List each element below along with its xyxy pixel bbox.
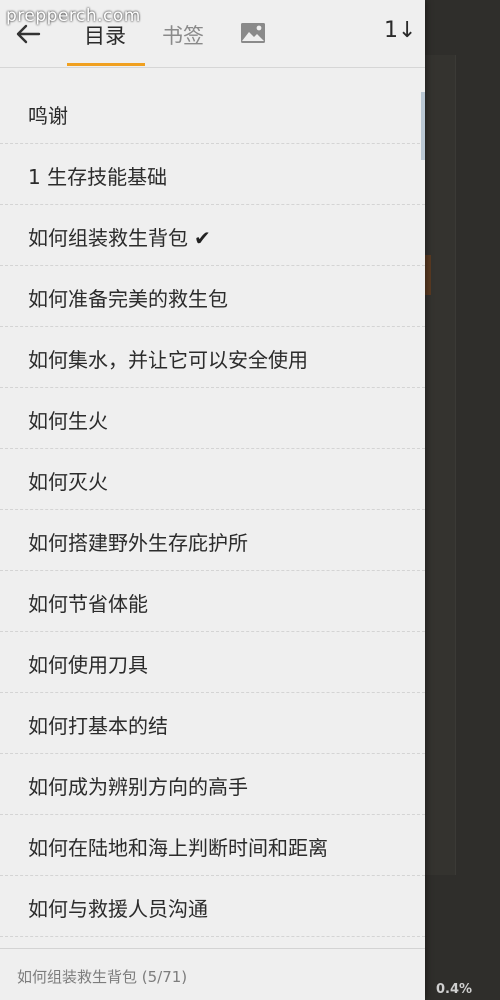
sort-order-button[interactable]: 1↓ [384,18,416,48]
toc-item[interactable]: 如何灭火 [0,449,425,510]
toc-item-label: 1 生存技能基础 [28,165,168,189]
toc-item-label: 如何集水，并让它可以安全使用 [28,348,308,372]
toc-item[interactable]: 如何打基本的结 [0,693,425,754]
toc-item-label: 如何在陆地和海上判断时间和距离 [28,836,328,860]
watermark: prepperch.com [6,6,141,26]
toc-item[interactable]: 如何节省体能 [0,571,425,632]
toc-item-label: 如何搭建野外生存庇护所 [28,531,248,555]
toc-item-label: 如何成为辨别方向的高手 [28,775,248,799]
toc-item[interactable]: 1 生存技能基础 [0,144,425,205]
toc-item-label: 如何打基本的结 [28,714,168,738]
reader-page-edge [425,55,456,875]
toc-item[interactable]: 如何成为辨别方向的高手 [0,754,425,815]
toc-item-label: 如何使用刀具 [28,653,148,677]
reading-progress: 0.4% [436,982,473,997]
active-tab-indicator [67,63,145,66]
toc-item[interactable]: 如何准备完美的救生包 [0,266,425,327]
toc-item-label: 如何节省体能 [28,592,148,616]
toc-item-label: 鸣谢 [28,104,68,128]
toc-item-label: 如何组装救生背包 ✔ [28,222,211,251]
toc-item-label: 如何生火 [28,409,108,433]
toc-item-text: 如何组装救生背包 [28,226,188,250]
current-chapter-status: 如何组装救生背包 (5/71) [17,968,188,986]
toc-item[interactable]: 如何搭建野外生存庇护所 [0,510,425,571]
tab-images[interactable] [240,22,266,44]
toc-item[interactable]: 如何在陆地和海上判断时间和距离 [0,815,425,876]
reader-highlight [425,255,431,295]
tab-bookmarks[interactable]: 书签 [162,20,204,50]
toc-list: 鸣谢 1 生存技能基础 如何组装救生背包 ✔ 如何准备完美的救生包 如何集水，并让它可以安… [0,83,425,937]
toc-item-label: 如何灭火 [28,470,108,494]
arrow-left-icon [16,24,41,44]
toc-item[interactable]: 鸣谢 [0,83,425,144]
toc-item-label: 如何准备完美的救生包 [28,287,228,311]
image-icon [241,23,265,43]
toc-item[interactable]: 如何组装救生背包 ✔ [0,205,425,266]
drawer-footer: 如何组装救生背包 (5/71) [0,948,425,1000]
toc-item[interactable]: 如何与救援人员沟通 [0,876,425,937]
scrollbar[interactable] [421,92,425,160]
toc-item-label: 如何与救援人员沟通 [28,897,208,921]
toc-drawer: prepperch.com 目录 书签 1↓ 鸣谢 1 生存技能基础 如何组装救生背… [0,0,425,1000]
toc-item[interactable]: 如何使用刀具 [0,632,425,693]
check-icon: ✔ [194,226,211,250]
toc-item[interactable]: 如何生火 [0,388,425,449]
toc-item[interactable]: 如何集水，并让它可以安全使用 [0,327,425,388]
